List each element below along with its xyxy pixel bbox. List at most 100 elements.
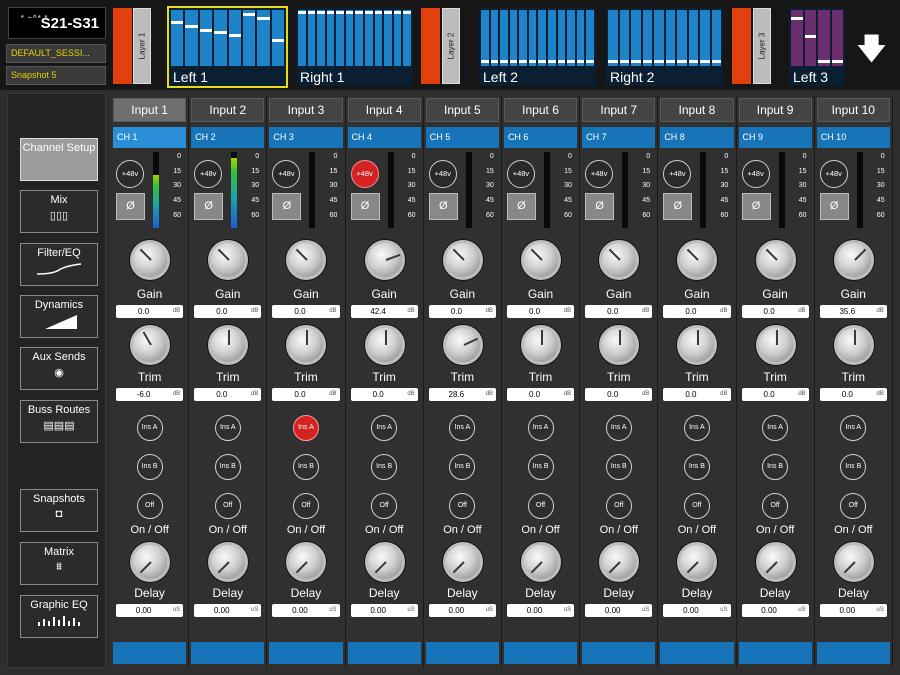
channel-off-button[interactable]: Off bbox=[136, 493, 163, 519]
insert-a-button[interactable]: Ins A bbox=[840, 415, 867, 441]
gain-knob[interactable] bbox=[520, 240, 561, 280]
trim-knob[interactable] bbox=[755, 325, 796, 365]
insert-a-button[interactable]: Ins A bbox=[605, 415, 632, 441]
channel-select-bar[interactable] bbox=[113, 642, 187, 664]
trim-value[interactable]: -6.0 dB bbox=[116, 388, 184, 401]
insert-a-button[interactable]: Ins A bbox=[683, 415, 710, 441]
delay-knob[interactable] bbox=[130, 542, 170, 582]
channel-off-button[interactable]: Off bbox=[840, 493, 867, 519]
input-name-tab[interactable]: Input 7 bbox=[582, 98, 656, 122]
delay-value[interactable]: 0.00 uS bbox=[194, 604, 262, 617]
insert-a-button[interactable]: Ins A bbox=[527, 415, 554, 441]
channel-off-button[interactable]: Off bbox=[371, 493, 398, 519]
channel-label[interactable]: CH 7 bbox=[582, 127, 656, 148]
gain-knob[interactable] bbox=[599, 240, 640, 280]
input-name-tab[interactable]: Input 1 bbox=[113, 98, 187, 122]
phase-invert-button[interactable]: Ø bbox=[194, 193, 224, 220]
trim-value[interactable]: 0.0 dB bbox=[272, 388, 340, 401]
delay-knob[interactable] bbox=[442, 542, 483, 582]
gain-value[interactable]: 0.0 dB bbox=[428, 305, 496, 318]
gain-knob[interactable] bbox=[208, 240, 249, 280]
gain-knob[interactable] bbox=[442, 240, 483, 280]
layer-tab-3[interactable]: Layer 3 bbox=[753, 8, 771, 84]
channel-off-button[interactable]: Off bbox=[762, 493, 789, 519]
insert-b-button[interactable]: Ins B bbox=[449, 454, 476, 480]
insert-b-button[interactable]: Ins B bbox=[605, 454, 632, 480]
gain-knob[interactable] bbox=[286, 240, 327, 280]
channel-select-bar[interactable] bbox=[660, 642, 734, 664]
input-name-tab[interactable]: Input 9 bbox=[738, 98, 812, 122]
nav-matrix-button[interactable]: Matrix ⩩ bbox=[20, 542, 98, 585]
delay-value[interactable]: 0.00 uS bbox=[350, 604, 418, 617]
delay-knob[interactable] bbox=[208, 542, 249, 582]
phantom-power-button[interactable]: +48v bbox=[428, 160, 457, 188]
input-name-tab[interactable]: Input 2 bbox=[191, 98, 265, 122]
nav-filter-eq-button[interactable]: Filter/EQ bbox=[20, 243, 98, 286]
trim-knob[interactable] bbox=[442, 325, 483, 365]
bank-left-1[interactable]: Left 1 bbox=[167, 6, 288, 88]
channel-off-button[interactable]: Off bbox=[214, 493, 241, 519]
channel-select-bar[interactable] bbox=[347, 642, 421, 664]
session-name[interactable]: DEFAULT_SESSI... bbox=[6, 44, 106, 63]
trim-knob[interactable] bbox=[286, 325, 327, 365]
channel-label[interactable]: CH 4 bbox=[347, 127, 421, 148]
delay-knob[interactable] bbox=[677, 542, 718, 582]
channel-label[interactable]: CH 8 bbox=[660, 127, 734, 148]
channel-label[interactable]: CH 1 bbox=[113, 127, 187, 148]
insert-b-button[interactable]: Ins B bbox=[683, 454, 710, 480]
nav-snapshots-button[interactable]: Snapshots ◘ bbox=[20, 489, 98, 532]
bank-right-1[interactable]: Right 1 bbox=[296, 8, 413, 86]
channel-off-button[interactable]: Off bbox=[683, 493, 710, 519]
insert-a-button[interactable]: Ins A bbox=[136, 415, 163, 441]
phantom-power-button[interactable]: +48v bbox=[663, 160, 692, 188]
nav-aux-sends-button[interactable]: Aux Sends ◉ bbox=[20, 347, 98, 390]
phase-invert-button[interactable]: Ø bbox=[350, 193, 380, 220]
delay-knob[interactable] bbox=[755, 542, 796, 582]
insert-a-button[interactable]: Ins A bbox=[449, 415, 476, 441]
phantom-power-button[interactable]: +48v bbox=[116, 160, 144, 188]
channel-select-bar[interactable] bbox=[503, 642, 578, 664]
bank-right-2[interactable]: Right 2 bbox=[606, 8, 723, 86]
delay-knob[interactable] bbox=[520, 542, 561, 582]
channel-select-bar[interactable] bbox=[738, 642, 812, 664]
channel-select-bar[interactable] bbox=[269, 642, 343, 664]
phantom-power-button[interactable]: +48v bbox=[194, 160, 223, 188]
phase-invert-button[interactable]: Ø bbox=[506, 193, 536, 220]
phantom-power-button[interactable]: +48v bbox=[272, 160, 301, 188]
nav-buss-routes-button[interactable]: Buss Routes ▤▤▤ bbox=[20, 400, 98, 443]
bank-left-3[interactable]: Left 3 bbox=[789, 8, 845, 86]
bank-left-2[interactable]: Left 2 bbox=[479, 8, 596, 86]
trim-value[interactable]: 0.0 dB bbox=[506, 388, 575, 401]
input-name-tab[interactable]: Input 5 bbox=[425, 98, 499, 122]
trim-knob[interactable] bbox=[599, 325, 640, 365]
phantom-power-button[interactable]: +48v bbox=[350, 160, 379, 188]
phase-invert-button[interactable]: Ø bbox=[428, 193, 458, 220]
trim-value[interactable]: 0.0 dB bbox=[194, 388, 262, 401]
gain-value[interactable]: 0.0 dB bbox=[506, 305, 575, 318]
phase-invert-button[interactable]: Ø bbox=[116, 193, 145, 220]
insert-a-button[interactable]: Ins A bbox=[292, 415, 319, 441]
delay-knob[interactable] bbox=[286, 542, 327, 582]
gain-knob[interactable] bbox=[677, 240, 718, 280]
delay-value[interactable]: 0.00 uS bbox=[116, 604, 184, 617]
input-name-tab[interactable]: Input 8 bbox=[660, 98, 734, 122]
nav-dynamics-button[interactable]: Dynamics bbox=[20, 295, 98, 338]
gain-knob[interactable] bbox=[755, 240, 796, 280]
insert-b-button[interactable]: Ins B bbox=[292, 454, 319, 480]
insert-b-button[interactable]: Ins B bbox=[762, 454, 789, 480]
trim-value[interactable]: 0.0 dB bbox=[741, 388, 809, 401]
channel-label[interactable]: CH 3 bbox=[269, 127, 343, 148]
nav-channel-setup-button[interactable]: Channel Setup bbox=[20, 138, 98, 181]
delay-value[interactable]: 0.00 uS bbox=[663, 604, 731, 617]
delay-value[interactable]: 0.00 uS bbox=[819, 604, 887, 617]
insert-a-button[interactable]: Ins A bbox=[214, 415, 241, 441]
trim-value[interactable]: 0.0 dB bbox=[819, 388, 887, 401]
insert-b-button[interactable]: Ins B bbox=[214, 454, 241, 480]
phase-invert-button[interactable]: Ø bbox=[819, 193, 849, 220]
gain-knob[interactable] bbox=[364, 240, 405, 280]
snapshot-name[interactable]: Snapshot 5 bbox=[6, 66, 106, 85]
input-name-tab[interactable]: Input 4 bbox=[347, 98, 421, 122]
trim-knob[interactable] bbox=[833, 325, 874, 365]
trim-value[interactable]: 28.6 dB bbox=[428, 388, 496, 401]
trim-value[interactable]: 0.0 dB bbox=[663, 388, 731, 401]
